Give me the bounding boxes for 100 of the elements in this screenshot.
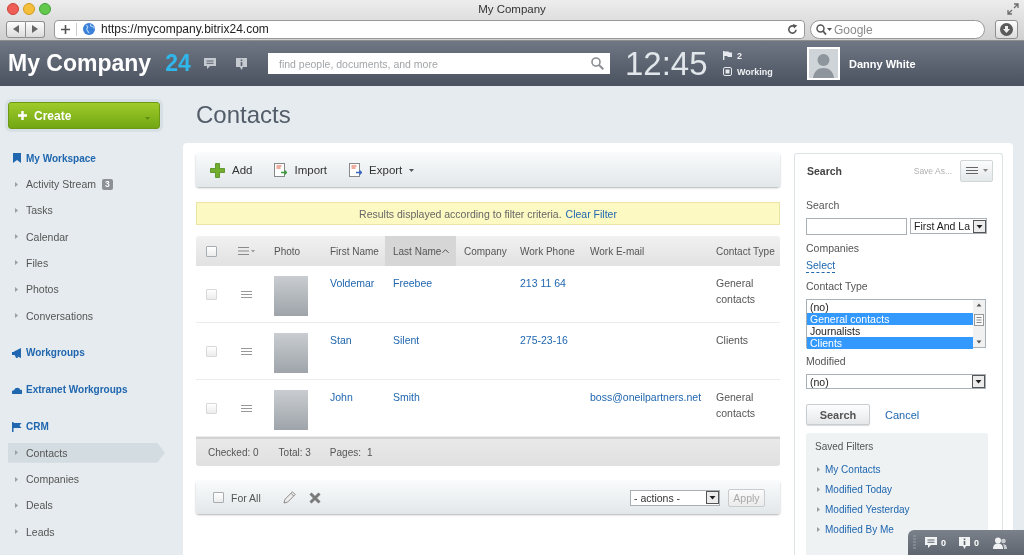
caret-right-icon: [15, 234, 18, 240]
checkbox[interactable]: [206, 245, 217, 257]
toolbar-button[interactable]: Export: [349, 160, 415, 180]
saved-filter-link[interactable]: Modified Yesterday: [815, 499, 979, 519]
download-icon: [1000, 22, 1013, 36]
speech-bubble-icon[interactable]: [925, 537, 937, 548]
flag-icon[interactable]: [723, 51, 732, 60]
page-number[interactable]: 1: [367, 447, 373, 458]
column-menu-icon[interactable]: [238, 247, 255, 255]
caret-right-icon: [817, 506, 820, 512]
column-header[interactable]: Work E-mail: [582, 236, 708, 266]
caret-right-icon: [817, 486, 820, 492]
menu-icon[interactable]: [241, 290, 252, 298]
section-heading[interactable]: Extranet Workgroups: [12, 376, 128, 403]
modified-select[interactable]: (no): [806, 374, 986, 389]
cross-icon[interactable]: [308, 491, 321, 504]
search-icon[interactable]: [816, 23, 832, 35]
nav-item[interactable]: Calendar: [8, 226, 165, 247]
menu-icon[interactable]: [241, 404, 252, 412]
nav-item[interactable]: Files: [8, 253, 165, 273]
name-link[interactable]: Stan: [330, 334, 352, 346]
name-link[interactable]: Silent: [393, 334, 420, 346]
list-option[interactable]: (no): [807, 301, 973, 313]
search-mode-select[interactable]: First And La: [910, 218, 987, 234]
column-header[interactable]: Company: [456, 236, 512, 266]
checkbox[interactable]: [206, 402, 217, 414]
speech-bubble-icon[interactable]: [204, 58, 216, 69]
column-header[interactable]: First Name: [322, 236, 385, 266]
forward-button[interactable]: [26, 20, 45, 38]
section-heading[interactable]: CRM: [12, 413, 49, 440]
people-icon[interactable]: [993, 536, 1008, 549]
add-icon[interactable]: [61, 24, 70, 34]
nav-item[interactable]: Leads: [8, 521, 165, 542]
back-button[interactable]: [6, 20, 26, 38]
nav-item[interactable]: Tasks: [8, 200, 165, 221]
nav-item[interactable]: Conversations: [8, 305, 165, 326]
column-header[interactable]: Last Name: [385, 236, 456, 266]
search-button[interactable]: Search: [806, 404, 870, 425]
actions-select[interactable]: - actions -: [630, 489, 720, 506]
filter-menu-button[interactable]: [960, 159, 993, 182]
toolbar-button[interactable]: Import: [274, 160, 328, 180]
plus-icon: [18, 111, 27, 120]
email-link[interactable]: boss@oneilpartners.net: [590, 391, 702, 403]
address-field[interactable]: https://mycompany.bitrix24.com: [54, 19, 805, 39]
nav-item[interactable]: Photos: [8, 279, 165, 300]
fullscreen-icon[interactable]: [1007, 3, 1019, 15]
listbox[interactable]: (no) General contacts Journalists Clients: [806, 299, 986, 348]
nav-item[interactable]: Deals: [8, 495, 165, 516]
info-icon[interactable]: [236, 57, 247, 70]
section-heading[interactable]: Workgroups: [12, 339, 85, 366]
menu-icon[interactable]: [241, 347, 252, 355]
name-link[interactable]: Smith: [393, 391, 420, 403]
scrollbar[interactable]: [973, 300, 985, 347]
column-header[interactable]: Contact Type: [708, 236, 780, 266]
for-all-label[interactable]: For All: [231, 491, 261, 504]
reload-icon[interactable]: [787, 23, 798, 35]
name-link[interactable]: John: [330, 391, 353, 403]
window-minimize-icon[interactable]: [23, 3, 35, 15]
name-link[interactable]: Voldemar: [330, 277, 375, 289]
cancel-link[interactable]: Cancel: [885, 408, 920, 421]
search-field[interactable]: find people, documents, and more: [268, 53, 610, 74]
pencil-icon[interactable]: [282, 491, 296, 504]
window-zoom-icon[interactable]: [39, 3, 51, 15]
checkbox[interactable]: [213, 492, 224, 503]
phone-link[interactable]: 275-23-16: [520, 334, 568, 346]
checkbox[interactable]: [206, 288, 217, 300]
clear-filter-link[interactable]: Clear Filter: [565, 207, 617, 220]
flag-icon: [12, 421, 22, 432]
notification-count[interactable]: 0: [974, 537, 980, 548]
flag-count[interactable]: 2: [737, 50, 742, 61]
checkbox[interactable]: [206, 345, 217, 357]
nav-item[interactable]: Contacts: [8, 442, 165, 463]
list-option[interactable]: Journalists: [807, 325, 973, 337]
select-link[interactable]: Select: [806, 259, 836, 273]
search-icon[interactable]: [591, 57, 604, 70]
caret-icon: [982, 169, 988, 172]
avatar-placeholder[interactable]: [807, 47, 840, 80]
column-header[interactable]: Work Phone: [512, 236, 582, 266]
saved-filter-link[interactable]: My Contacts: [815, 459, 979, 479]
info-icon[interactable]: [959, 536, 970, 549]
user-name[interactable]: Danny White: [849, 57, 916, 70]
field-label: Contact Type: [806, 279, 869, 293]
browser-search-field[interactable]: Google: [810, 20, 985, 39]
logo-text[interactable]: My Company: [8, 50, 152, 77]
input-field[interactable]: [806, 218, 907, 235]
work-status[interactable]: Working: [737, 66, 773, 77]
menu-icon[interactable]: [965, 167, 978, 174]
square-icon[interactable]: [723, 67, 732, 76]
saved-filter-link[interactable]: Modified Today: [815, 479, 979, 499]
nav-item[interactable]: Activity Stream 3: [8, 174, 165, 195]
window-close-icon[interactable]: [7, 3, 19, 15]
name-link[interactable]: Freebee: [393, 277, 433, 289]
saved-filter-link[interactable]: Modified By Me: [815, 519, 979, 539]
toolbar-button[interactable]: Add: [210, 160, 253, 180]
nav-item[interactable]: Companies: [8, 469, 165, 490]
message-count[interactable]: 0: [941, 537, 946, 548]
column-header[interactable]: Photo: [266, 236, 322, 266]
downloads-button[interactable]: [995, 19, 1018, 39]
phone-link[interactable]: 213 11 64: [520, 277, 566, 289]
section-heading[interactable]: My Workspace: [12, 145, 96, 171]
